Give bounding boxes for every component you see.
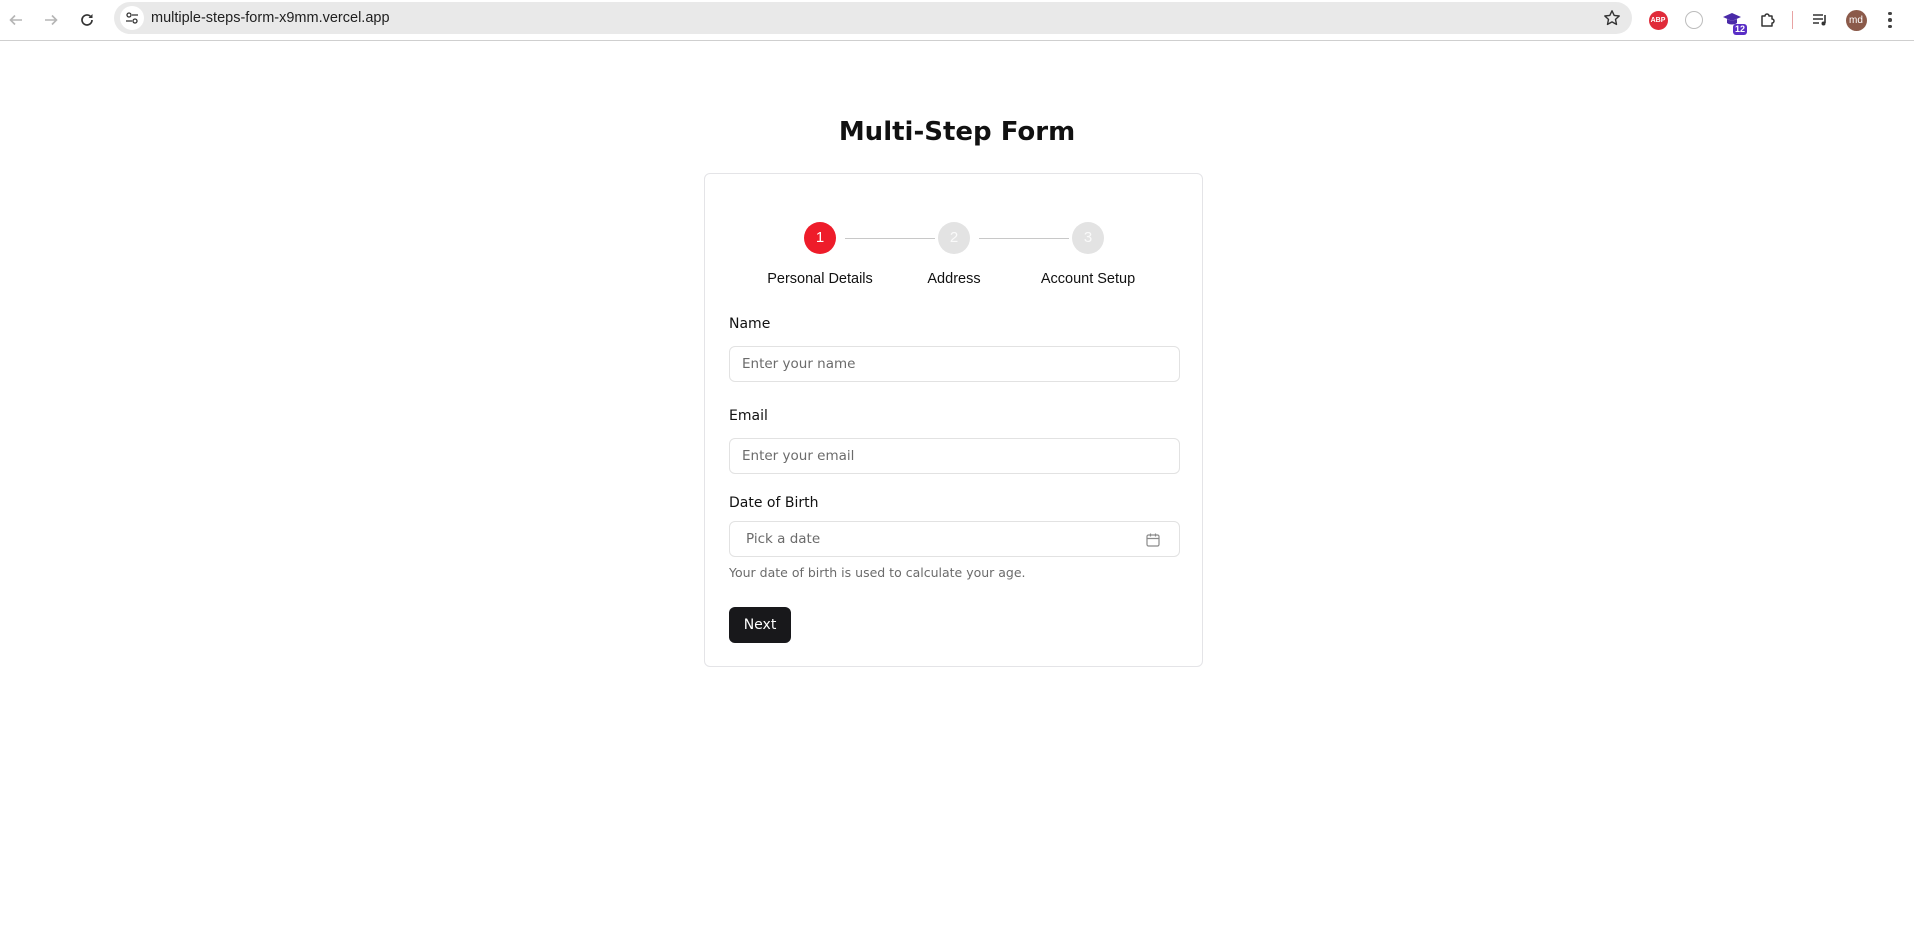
profile-avatar[interactable]: md [1844, 8, 1868, 32]
site-settings-icon[interactable] [120, 6, 144, 30]
ghost-extension-icon[interactable] [1682, 8, 1706, 32]
name-label: Name [729, 316, 771, 332]
address-bar[interactable]: multiple-steps-form-x9mm.vercel.app [114, 2, 1632, 34]
arrow-right-icon [45, 14, 58, 26]
step-2-indicator: 2 [938, 222, 970, 254]
step-3-label: Account Setup [1040, 271, 1136, 287]
back-button[interactable] [3, 7, 29, 33]
next-button[interactable]: Next [729, 607, 791, 643]
email-label: Email [729, 408, 768, 424]
name-input[interactable] [729, 346, 1180, 382]
step-1-indicator: 1 [804, 222, 836, 254]
step-3-indicator: 3 [1072, 222, 1104, 254]
page-title: Multi-Step Form [838, 117, 1076, 147]
adblock-plus-icon[interactable]: ABP [1646, 8, 1670, 32]
browser-menu-icon[interactable] [1884, 8, 1896, 32]
date-picker-button[interactable]: Pick a date [729, 521, 1180, 557]
date-placeholder: Pick a date [746, 531, 821, 547]
dob-label: Date of Birth [729, 495, 819, 511]
browser-toolbar: multiple-steps-form-x9mm.vercel.app ABP … [0, 0, 1914, 41]
form-card: 1 2 3 Personal Details Address Account S… [704, 173, 1203, 667]
step-2-label: Address [927, 271, 981, 287]
toolbar-divider [1792, 11, 1793, 29]
media-controls-icon[interactable] [1808, 8, 1832, 32]
email-input[interactable] [729, 438, 1180, 474]
forward-button[interactable] [38, 7, 64, 33]
dob-helper-text: Your date of birth is used to calculate … [729, 565, 1026, 580]
step-connector [979, 238, 1069, 239]
calendar-icon [1146, 533, 1160, 547]
reload-icon [81, 14, 93, 26]
step-1-label: Personal Details [767, 271, 873, 287]
step-connector [845, 238, 935, 239]
url-text: multiple-steps-form-x9mm.vercel.app [151, 10, 390, 26]
reload-button[interactable] [74, 7, 100, 33]
bookmark-star-icon[interactable] [1602, 8, 1622, 28]
graduation-hat-extension-icon[interactable]: 12 [1720, 8, 1747, 35]
puzzle-extensions-icon[interactable] [1756, 8, 1780, 32]
arrow-left-icon [9, 14, 22, 26]
extension-badge: 12 [1732, 24, 1747, 35]
